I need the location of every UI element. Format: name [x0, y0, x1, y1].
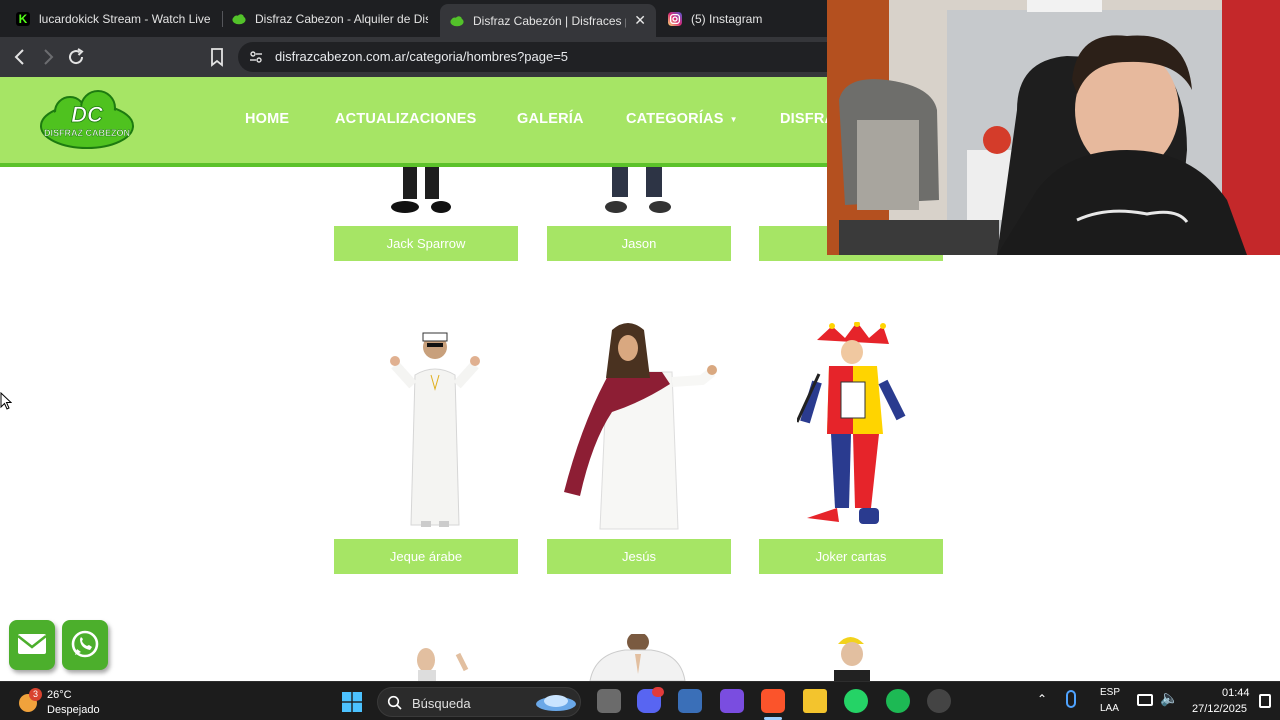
taskbar: 3 26°C Despejado Búsqueda ⌃ ESP LAA 🔈 01…: [0, 681, 1280, 720]
cloud-icon: [450, 15, 464, 26]
product-image-joker-cartas[interactable]: [795, 321, 907, 530]
screen: K lucardokick Stream - Watch Live o Disf…: [0, 0, 1280, 720]
search-placeholder: Búsqueda: [412, 696, 471, 711]
product-image-row3-3[interactable]: [828, 634, 878, 681]
tab-instagram[interactable]: (5) Instagram: [658, 0, 828, 37]
obs-icon[interactable]: [927, 689, 951, 713]
nav-actualizaciones[interactable]: ACTUALIZACIONES: [335, 111, 477, 127]
brave-browser-icon[interactable]: [761, 689, 785, 713]
instagram-icon: [668, 11, 682, 26]
whatsapp-icon: [71, 630, 99, 658]
product-button-jason[interactable]: Jason: [547, 226, 731, 261]
volume-icon[interactable]: 🔈: [1160, 689, 1179, 707]
microphone-icon[interactable]: [1066, 690, 1076, 708]
network-icon[interactable]: [1137, 694, 1153, 706]
url-text: disfrazcabezon.com.ar/categoria/hombres?…: [275, 49, 569, 64]
tab-disfraz-active[interactable]: Disfraz Cabezón | Disfraces pa ✕: [440, 4, 656, 37]
start-button[interactable]: [342, 692, 362, 712]
tab-kick-stream[interactable]: K lucardokick Stream - Watch Live o: [6, 0, 220, 37]
windows-icon: [342, 692, 362, 712]
arrow-left-icon: [14, 49, 24, 65]
back-button[interactable]: [8, 45, 32, 69]
discord-badge: [652, 687, 664, 697]
product-button-jeque-arabe[interactable]: Jeque árabe: [334, 539, 518, 574]
mouse-cursor-icon: [0, 392, 12, 410]
kick-icon: K: [16, 11, 30, 26]
forward-button[interactable]: [36, 45, 60, 69]
whatsapp-contact-button[interactable]: [62, 620, 108, 670]
product-button-jesus[interactable]: Jesús: [547, 539, 731, 574]
caret-down-icon: ▼: [729, 114, 738, 124]
product-image-jason[interactable]: [598, 167, 678, 217]
nav-categorias[interactable]: CATEGORÍAS ▼: [626, 111, 738, 127]
lang-top[interactable]: ESP: [1100, 687, 1120, 698]
clock-time[interactable]: 01:44: [1222, 687, 1250, 699]
bookmark-icon: [211, 48, 223, 67]
product-button-jack-sparrow[interactable]: Jack Sparrow: [334, 226, 518, 261]
nav-home[interactable]: HOME: [245, 111, 289, 127]
email-contact-button[interactable]: [9, 620, 55, 670]
weather-widget[interactable]: 3 26°C Despejado: [16, 685, 126, 719]
file-explorer-icon[interactable]: [803, 689, 827, 713]
arrow-right-icon: [44, 49, 54, 65]
weather-desc: Despejado: [47, 704, 100, 716]
reload-button[interactable]: [64, 45, 88, 69]
weather-badge: 3: [29, 688, 42, 701]
search-icon: [387, 695, 402, 710]
taskbar-search[interactable]: Búsqueda: [377, 687, 581, 717]
notification-icon[interactable]: [1259, 694, 1271, 708]
product-image-row3-2[interactable]: [585, 632, 690, 682]
webcam-overlay: [827, 0, 1280, 255]
photo-app-icon[interactable]: [678, 689, 702, 713]
tab-title: (5) Instagram: [691, 11, 763, 26]
tab-title: Disfraz Cabezón | Disfraces pa: [473, 13, 627, 28]
product-image-row3-1[interactable]: [410, 640, 470, 681]
search-highlight-icon: [536, 695, 576, 711]
nav-galeria[interactable]: GALERÍA: [517, 111, 584, 127]
tab-title: Disfraz Cabezon - Alquiler de Disfr: [255, 11, 428, 26]
cloud-logo-icon: DC DISFRAZ CABEZON: [40, 90, 134, 149]
site-settings-icon[interactable]: [248, 49, 264, 65]
close-tab-icon[interactable]: ✕: [634, 12, 646, 29]
clock-date[interactable]: 27/12/2025: [1192, 703, 1247, 715]
whatsapp-app-icon[interactable]: [844, 689, 868, 713]
envelope-icon: [17, 634, 47, 654]
logo-initials: DC: [71, 102, 104, 127]
tab-disfraz-alquiler[interactable]: Disfraz Cabezon - Alquiler de Disfr: [222, 0, 438, 37]
logo-text: DISFRAZ CABEZON: [44, 128, 130, 138]
product-image-jeque-arabe[interactable]: [385, 325, 485, 531]
cloud-icon: [232, 13, 246, 24]
product-image-jesus[interactable]: [562, 322, 717, 531]
lang-bottom[interactable]: LAA: [1100, 703, 1119, 714]
site-logo[interactable]: DC DISFRAZ CABEZON: [40, 90, 135, 150]
weather-temp: 26°C: [47, 689, 72, 701]
product-image-jack-sparrow[interactable]: [385, 167, 465, 217]
nav-categorias-label: CATEGORÍAS: [626, 111, 724, 127]
bookmark-button[interactable]: [205, 45, 229, 69]
tab-title: lucardokick Stream - Watch Live o: [39, 11, 210, 26]
task-view-icon[interactable]: [597, 689, 621, 713]
copilot-icon[interactable]: [720, 689, 744, 713]
spotify-icon[interactable]: [886, 689, 910, 713]
chevron-up-icon[interactable]: ⌃: [1037, 692, 1047, 706]
reload-icon: [69, 48, 84, 65]
product-button-joker-cartas[interactable]: Joker cartas: [759, 539, 943, 574]
